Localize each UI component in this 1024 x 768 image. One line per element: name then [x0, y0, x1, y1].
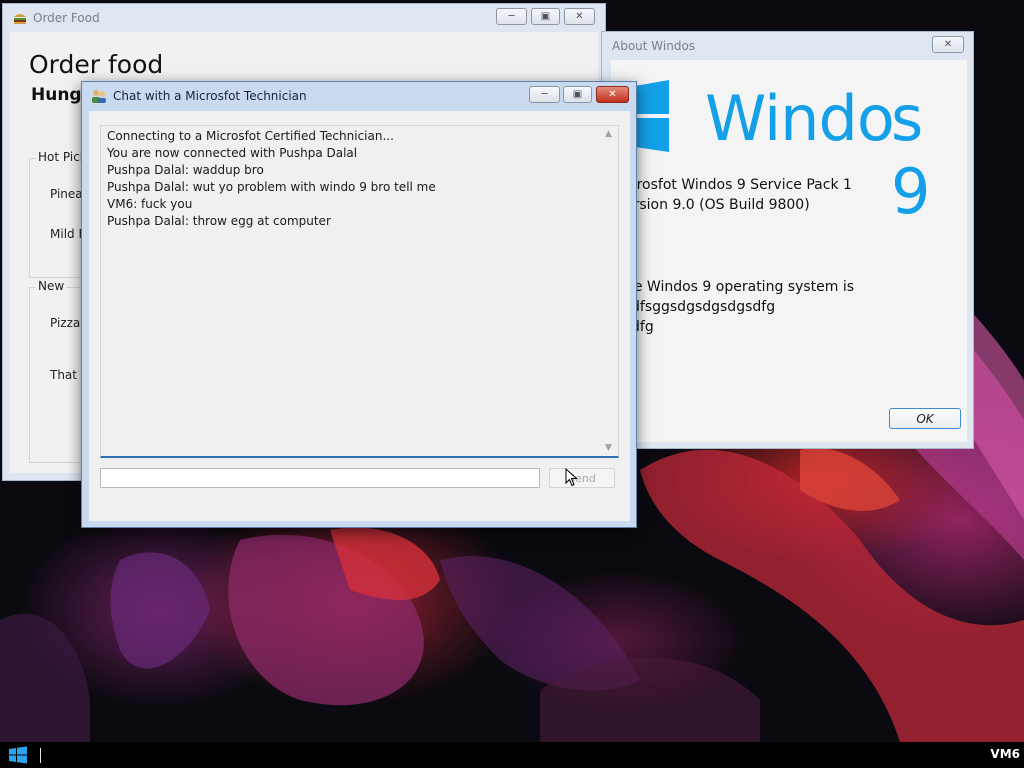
logo-text: Windo — [705, 82, 895, 155]
mouse-cursor-icon — [565, 468, 578, 487]
scroll-down-icon[interactable]: ▼ — [605, 443, 612, 453]
burger-icon — [14, 14, 26, 24]
page-title: Order food — [29, 50, 164, 79]
close-button[interactable]: ✕ — [564, 8, 595, 25]
minimize-icon: ─ — [541, 88, 548, 100]
chat-content: Connecting to a Microsfot Certified Tech… — [89, 111, 630, 521]
version-info: ersion 9.0 (OS Build 9800) — [625, 197, 810, 213]
send-button[interactable]: Send — [549, 468, 615, 488]
close-icon: ✕ — [575, 10, 584, 22]
close-button[interactable]: ✕ — [932, 36, 964, 53]
close-icon: ✕ — [608, 88, 617, 100]
about-windos-window: About Windos ✕ Windo s 9 icrosfot Windos… — [601, 31, 974, 449]
taskbar-divider — [40, 748, 41, 763]
chat-message: Pushpa Dalal: waddup bro — [107, 163, 264, 177]
maximize-button[interactable]: ▣ — [563, 86, 592, 103]
maximize-icon: ▣ — [540, 10, 551, 22]
chat-window: Chat with a Microsfot Technician ─ ▣ ✕ C… — [81, 81, 637, 528]
close-button[interactable]: ✕ — [596, 86, 629, 103]
logo-suffix: s 9 — [891, 82, 930, 228]
about-titlebar[interactable]: About Windos — [602, 32, 973, 60]
about-text: ne Windos 9 operating system is — [625, 279, 855, 295]
group-label: New — [36, 279, 67, 293]
minimize-icon: ─ — [508, 10, 515, 22]
ok-button[interactable]: OK — [889, 408, 961, 429]
message-input[interactable] — [100, 468, 540, 488]
about-text: dfsggsdgsdgsdgsdfg — [631, 299, 776, 315]
product-name: icrosfot Windos 9 Service Pack 1 — [625, 177, 852, 193]
chat-message: VM6: fuck you — [107, 197, 193, 211]
chat-log[interactable]: Connecting to a Microsfot Certified Tech… — [100, 125, 619, 458]
food-option[interactable]: Pizza — [50, 316, 80, 330]
users-icon — [92, 90, 106, 103]
chat-message: You are now connected with Pushpa Dalal — [107, 146, 358, 160]
minimize-button[interactable]: ─ — [529, 86, 560, 103]
chat-message: Connecting to a Microsfot Certified Tech… — [107, 129, 394, 143]
minimize-button[interactable]: ─ — [496, 8, 527, 25]
about-content: Windo s 9 icrosfot Windos 9 Service Pack… — [611, 60, 967, 442]
window-title: About Windos — [612, 39, 696, 53]
window-title: Order Food — [33, 11, 100, 25]
food-option[interactable]: Pinea — [50, 187, 83, 201]
windows-logo-icon[interactable] — [9, 746, 27, 764]
maximize-icon: ▣ — [572, 88, 583, 100]
machine-label: VM6 — [990, 747, 1020, 761]
close-icon: ✕ — [943, 38, 953, 50]
taskbar: VM6 — [0, 742, 1024, 768]
scrollbar[interactable]: ▲ ▼ — [601, 126, 618, 456]
chat-message: Pushpa Dalal: throw egg at computer — [107, 214, 331, 228]
maximize-button[interactable]: ▣ — [531, 8, 560, 25]
window-title: Chat with a Microsfot Technician — [113, 89, 307, 103]
chat-message: Pushpa Dalal: wut yo problem with windo … — [107, 180, 436, 194]
scroll-up-icon[interactable]: ▲ — [605, 129, 612, 139]
